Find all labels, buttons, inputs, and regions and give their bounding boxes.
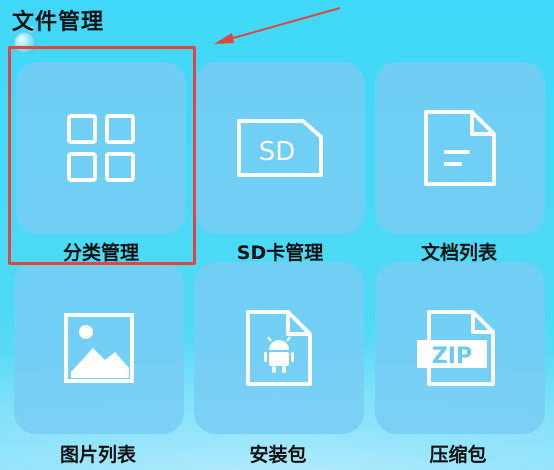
annotation-arrow-icon [214, 7, 341, 44]
